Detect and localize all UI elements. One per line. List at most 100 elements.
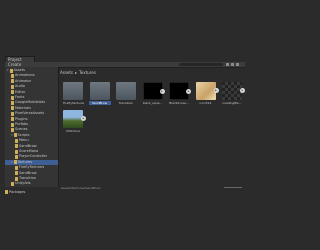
sidebar-item-label: PixelVerseAssets — [15, 111, 45, 116]
status-path: Assets/Textures/SandBrow — [61, 186, 101, 190]
folder-icon — [13, 160, 17, 165]
texture-thumbnail: ▸ — [63, 110, 86, 128]
sidebar-item-label: ScoreMana — [19, 149, 39, 153]
breadcrumb-current[interactable]: Textures — [79, 70, 96, 75]
folder-icon — [11, 73, 14, 78]
asset-label: black_squa... — [142, 101, 163, 105]
expand-arrow-icon[interactable]: ▾ — [7, 68, 9, 73]
folder-icon — [13, 133, 17, 138]
asset-item[interactable]: SandBrow — [88, 82, 111, 105]
folder-icon — [11, 117, 14, 122]
asset-label: icon512 — [199, 101, 212, 105]
folder-icon — [63, 82, 83, 100]
packages-label: Packages — [9, 189, 26, 194]
sidebar-item-label: Scenes — [15, 127, 28, 132]
sidebar-item[interactable]: Animator — [5, 79, 58, 84]
zoom-slider[interactable] — [224, 187, 242, 188]
sidebar-item[interactable]: ▾ Textures — [5, 159, 58, 165]
packages-item[interactable]: Packages — [5, 189, 58, 194]
breadcrumb-root[interactable]: Assets — [60, 70, 73, 75]
status-bar: Assets/Textures/SandBrow — [59, 186, 247, 190]
sidebar-item-label: SandBrow — [19, 170, 37, 175]
expand-sprite-icon[interactable]: ▸ — [240, 88, 245, 93]
sidebar-item-label: Textures — [17, 159, 33, 164]
sidebar-item[interactable]: Transition — [5, 176, 58, 181]
sidebar-item[interactable]: Menu — [5, 138, 58, 143]
sidebar-item-label: SandBrow — [19, 143, 37, 148]
asset-item[interactable]: ▸ black_squa... — [142, 82, 165, 105]
sidebar-item[interactable]: Plugins — [5, 117, 58, 122]
sidebar-item[interactable]: Scenes — [5, 127, 58, 132]
folder-icon — [11, 79, 14, 84]
folder-icon — [11, 106, 14, 111]
asset-label: LoadingBG... — [222, 101, 242, 105]
folder-icon — [15, 165, 18, 170]
folder-icon — [15, 154, 18, 159]
folder-icon — [15, 149, 18, 154]
search-input[interactable] — [179, 63, 223, 66]
asset-item[interactable]: Transition — [115, 82, 137, 105]
sidebar-item[interactable]: PlayerController — [5, 154, 58, 159]
sidebar-item[interactable]: ▾ Assets — [5, 68, 58, 73]
expand-sprite-icon[interactable]: ▸ — [186, 89, 191, 94]
sidebar-item-label: PlayerController — [19, 154, 48, 159]
sidebar-item[interactable]: Animations — [5, 73, 58, 78]
sidebar-item-label: Prefabs — [15, 122, 28, 126]
favorite-icon[interactable] — [236, 63, 239, 66]
texture-thumbnail: ▸ — [142, 82, 165, 100]
asset-label: BlackScree... — [169, 101, 189, 105]
asset-item[interactable]: ▸ UITexture — [62, 110, 86, 133]
sidebar-item[interactable]: GoogleMobileAds — [5, 100, 58, 105]
sidebar-item[interactable]: Materials — [5, 106, 58, 111]
filter-by-type-icon[interactable] — [226, 63, 229, 66]
folder-tree: ▾ Assets Animations Animator Audio Editor Font… — [5, 67, 59, 187]
sidebar-item-label: Menu — [19, 138, 29, 143]
asset-item[interactable]: ▸ BlackScree... — [168, 82, 191, 105]
sidebar-item-label: Materials — [15, 105, 32, 110]
asset-label: Transition — [118, 101, 134, 105]
sidebar-item-label: Plugins — [15, 116, 28, 121]
filter-by-label-icon[interactable] — [231, 63, 234, 66]
asset-item[interactable]: FireflyTextures — [62, 82, 84, 105]
sidebar-item[interactable]: Prefabs — [5, 122, 58, 127]
folder-icon — [9, 68, 13, 73]
asset-item[interactable]: ▸ LoadingBG... — [221, 82, 245, 105]
sidebar-item-label: GoogleMobileAds — [15, 100, 46, 105]
sidebar-item[interactable]: SandBrow — [5, 171, 58, 176]
folder-icon — [15, 138, 18, 143]
folder-icon — [11, 111, 14, 116]
sidebar-item-label: FireflyTextures — [19, 165, 45, 170]
sidebar-item-label: Animator — [15, 78, 32, 83]
folder-icon — [15, 176, 18, 181]
asset-item[interactable]: ▸ icon512 — [195, 82, 219, 105]
sidebar-item[interactable]: FireflyTextures — [5, 165, 58, 170]
asset-label: FireflyTextures — [63, 101, 84, 105]
sidebar-item[interactable]: ▾ Scripts — [5, 133, 58, 138]
asset-label: SandBrow — [88, 101, 111, 105]
texture-thumbnail: ▸ — [169, 82, 191, 100]
folder-icon — [11, 127, 14, 132]
folder-icon — [89, 82, 110, 100]
sidebar-item[interactable]: Fonts — [5, 95, 58, 100]
sidebar-item-label: Transition — [19, 176, 36, 180]
sidebar-item[interactable]: PixelVerseAssets — [5, 111, 58, 116]
folder-icon — [11, 90, 14, 95]
expand-sprite-icon[interactable]: ▸ — [213, 88, 219, 93]
sidebar-item[interactable]: UnityAds — [5, 181, 58, 186]
expand-arrow-icon[interactable]: ▾ — [11, 160, 13, 165]
folder-icon — [11, 100, 14, 105]
sidebar-item[interactable]: Audio — [5, 84, 58, 89]
sidebar-item[interactable]: SandBrow — [5, 144, 58, 149]
expand-sprite-icon[interactable]: ▸ — [81, 116, 86, 121]
expand-sprite-icon[interactable]: ▸ — [159, 89, 165, 94]
expand-arrow-icon[interactable]: ▾ — [11, 133, 13, 138]
sidebar-item[interactable]: Editor — [5, 90, 58, 95]
sidebar-item-label: Animations — [15, 73, 35, 78]
asset-grid: FireflyTextures SandBrow Transition ▸ black_… — [59, 78, 245, 186]
sidebar-item-label: Audio — [15, 84, 25, 89]
sidebar-item[interactable]: ScoreMana — [5, 149, 58, 154]
folder-icon — [116, 82, 136, 100]
breadcrumb-separator: ▸ — [75, 70, 78, 75]
folder-icon — [11, 181, 14, 186]
texture-thumbnail: ▸ — [195, 82, 219, 100]
